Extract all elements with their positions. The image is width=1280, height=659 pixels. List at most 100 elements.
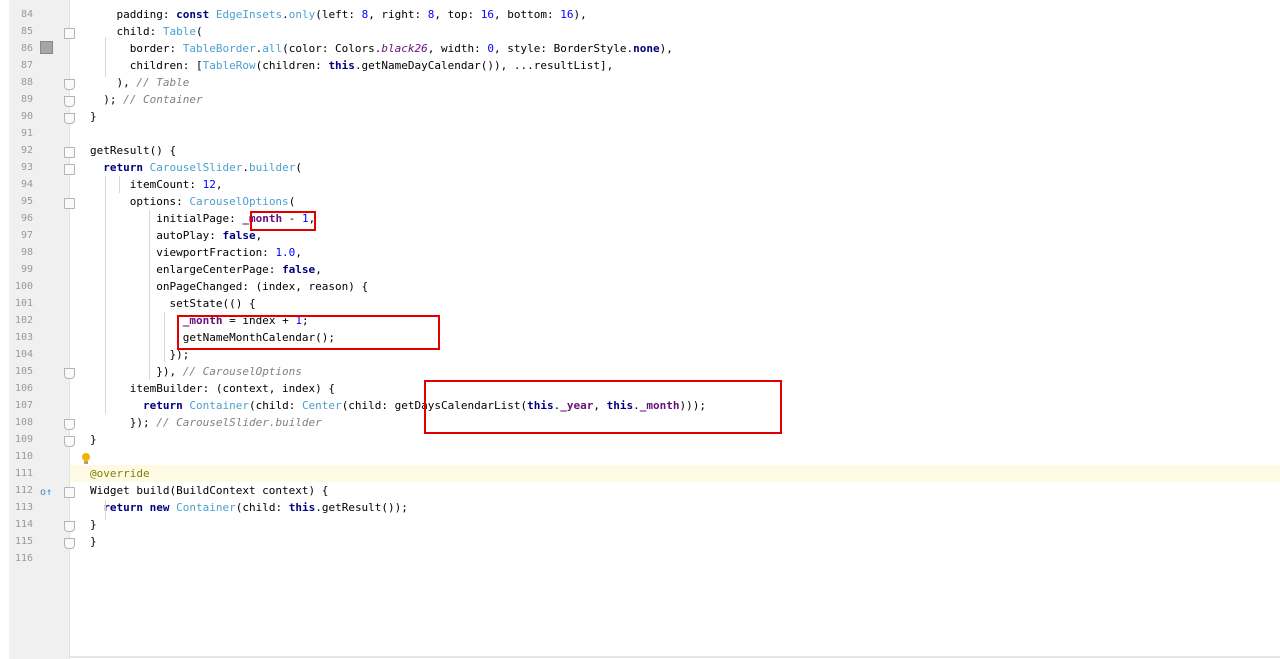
line-number: 105 [14, 366, 33, 377]
highlight-box [177, 315, 440, 350]
code-line[interactable]: return CarouselSlider.builder( [70, 159, 1280, 176]
line-number: 101 [14, 298, 33, 309]
fold-marker[interactable] [64, 521, 75, 532]
code-token: .getResult()); [315, 501, 408, 514]
fold-marker[interactable] [64, 164, 75, 175]
fold-marker[interactable] [64, 436, 75, 447]
code-line[interactable]: children: [TableRow(children: this.getNa… [70, 57, 1280, 74]
fold-marker[interactable] [64, 368, 75, 379]
code-token: autoPlay: [90, 229, 223, 242]
code-token: ), [90, 76, 137, 89]
line-number: 110 [14, 451, 33, 462]
code-line[interactable]: @override [70, 465, 1280, 482]
line-number: 94 [20, 179, 33, 190]
fold-marker[interactable] [64, 28, 75, 39]
code-line[interactable] [70, 125, 1280, 142]
horizontal-scrollbar-track[interactable] [70, 656, 1280, 658]
fold-marker[interactable] [64, 147, 75, 158]
code-token: @override [90, 467, 150, 480]
code-token: 16 [480, 8, 495, 21]
line-number: 87 [20, 60, 33, 71]
line-number: 96 [20, 213, 33, 224]
override-gutter-icon[interactable]: o↑ [40, 487, 52, 498]
code-line[interactable] [70, 550, 1280, 567]
code-token: ), [573, 8, 587, 21]
code-token: , [295, 246, 302, 259]
code-line[interactable]: ), // Table [70, 74, 1280, 91]
indent-guide [164, 312, 165, 362]
code-token: ), [659, 42, 673, 55]
breakpoint-marker[interactable] [40, 41, 53, 54]
code-line[interactable]: }), // CarouselOptions [70, 363, 1280, 380]
code-line[interactable]: padding: const EdgeInsets.only(left: 8, … [70, 6, 1280, 23]
fold-marker[interactable] [64, 113, 75, 124]
code-line[interactable]: onPageChanged: (index, reason) { [70, 278, 1280, 295]
code-token: ( [295, 161, 302, 174]
code-token: viewportFraction: [90, 246, 276, 259]
code-line[interactable]: } [70, 533, 1280, 550]
code-line[interactable]: } [70, 108, 1280, 125]
code-token: Container [176, 501, 236, 514]
line-number: 113 [14, 502, 33, 513]
code-line[interactable] [70, 448, 1280, 465]
code-token: return [142, 399, 190, 412]
code-token: false [282, 263, 316, 276]
code-token: . [282, 8, 289, 21]
code-line[interactable]: child: Table( [70, 23, 1280, 40]
line-number: 98 [20, 247, 33, 258]
code-token: } [90, 110, 97, 123]
code-line[interactable]: setState(() { [70, 295, 1280, 312]
code-token: onPageChanged: (index, reason) { [90, 280, 369, 293]
code-line[interactable]: } [70, 516, 1280, 533]
code-line[interactable]: ); // Container [70, 91, 1280, 108]
code-token: CarouselOptions [189, 195, 289, 208]
code-token: ( [288, 195, 296, 208]
code-token: } [90, 433, 97, 446]
code-token: TableBorder [182, 42, 256, 55]
line-number: 106 [14, 383, 33, 394]
lightbulb-icon[interactable] [81, 452, 91, 466]
code-line[interactable]: getResult() { [70, 142, 1280, 159]
code-token: // Container [123, 93, 203, 106]
fold-marker[interactable] [64, 487, 75, 498]
line-number: 103 [14, 332, 33, 343]
fold-marker[interactable] [64, 538, 75, 549]
code-token: 1.0 [275, 246, 296, 259]
indent-guide [149, 210, 150, 380]
code-line[interactable]: itemCount: 12, [70, 176, 1280, 193]
code-line[interactable]: border: TableBorder.all(color: Colors.bl… [70, 40, 1280, 57]
code-line[interactable]: return new Container(child: this.getResu… [70, 499, 1280, 516]
fold-marker[interactable] [64, 79, 75, 90]
code-line[interactable]: enlargeCenterPage: false, [70, 261, 1280, 278]
line-number: 102 [14, 315, 33, 326]
code-line[interactable]: options: CarouselOptions( [70, 193, 1280, 210]
code-line[interactable]: Widget build(BuildContext context) { [70, 482, 1280, 499]
line-number: 88 [20, 77, 33, 88]
line-number: 85 [20, 26, 33, 37]
code-token: padding: [90, 8, 177, 21]
highlight-box [424, 380, 782, 434]
line-number: 115 [14, 536, 33, 547]
code-token: setState(() { [90, 297, 256, 310]
fold-marker[interactable] [64, 198, 75, 209]
code-token: , width: [427, 42, 488, 55]
code-token: (left: [315, 8, 362, 21]
code-token: 12 [202, 178, 216, 191]
indent-guide [105, 500, 106, 520]
line-number: 100 [14, 281, 33, 292]
code-token: ); [90, 93, 124, 106]
line-number: 99 [20, 264, 33, 275]
line-number: 89 [20, 94, 33, 105]
code-token: . [242, 161, 249, 174]
code-token: this [288, 501, 316, 514]
fold-marker[interactable] [64, 419, 75, 430]
code-token: }); [90, 416, 157, 429]
code-line[interactable]: viewportFraction: 1.0, [70, 244, 1280, 261]
fold-marker[interactable] [64, 96, 75, 107]
line-number: 107 [14, 400, 33, 411]
line-number: 84 [20, 9, 33, 20]
code-token: , bottom: [494, 8, 561, 21]
code-token: (children: [255, 59, 329, 72]
